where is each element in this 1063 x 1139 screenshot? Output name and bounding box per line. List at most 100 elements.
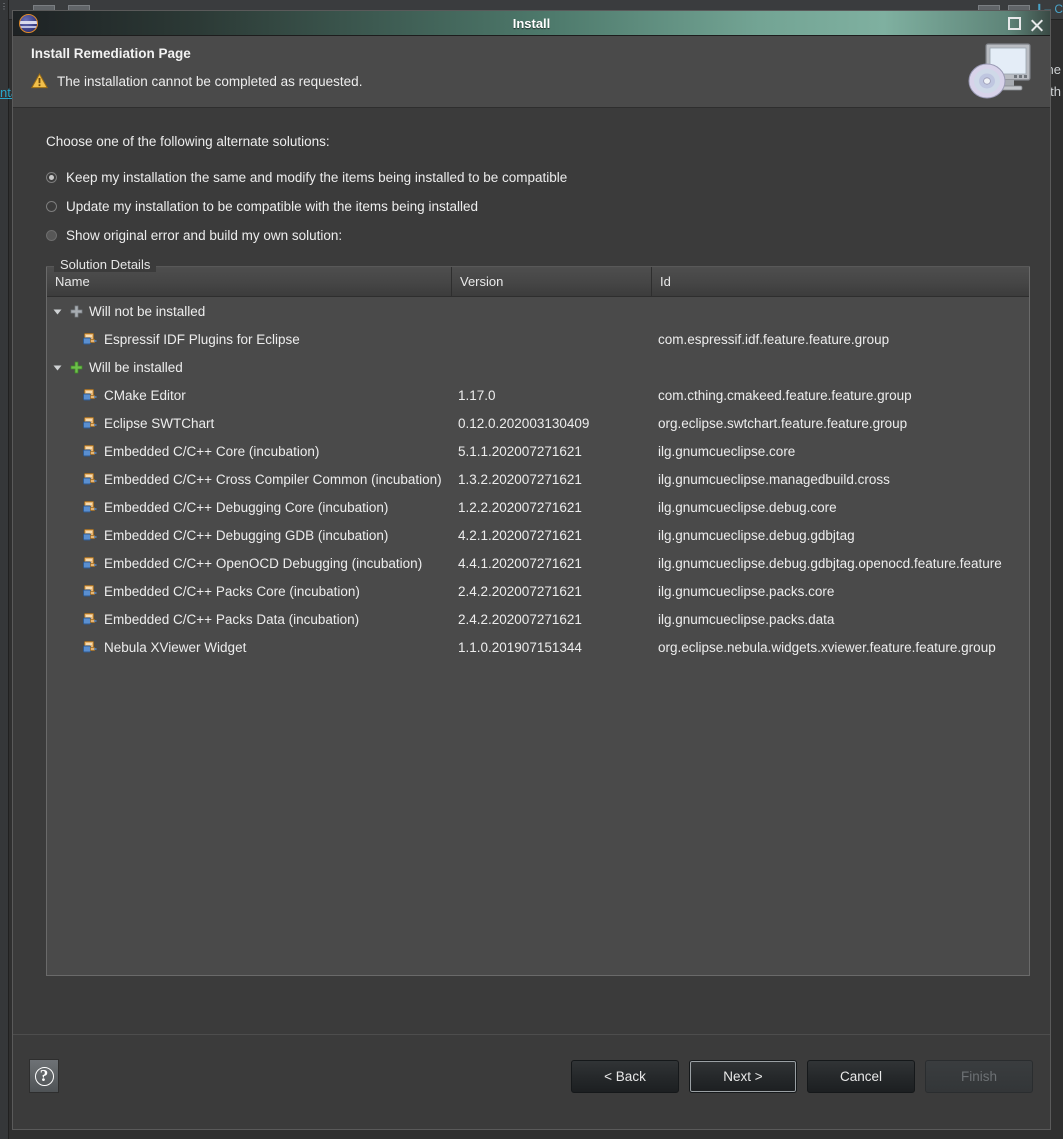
cell-version: 4.2.1.202007271621 (458, 527, 582, 543)
radio-label: Keep my installation the same and modify… (66, 170, 568, 185)
plus-gray-icon (70, 305, 83, 318)
cell-version: 1.17.0 (458, 387, 496, 403)
chevron-down-icon[interactable] (51, 305, 64, 318)
chevron-down-icon[interactable] (51, 361, 64, 374)
table-row[interactable]: Nebula XViewer Widget 1.1.0.201907151344 o… (47, 633, 1029, 661)
back-button[interactable]: < Back (571, 1060, 679, 1093)
column-header-id[interactable]: Id (652, 267, 1029, 296)
cancel-button[interactable]: Cancel (807, 1060, 915, 1093)
header-message-row: The installation cannot be completed as … (31, 73, 1050, 89)
table-row[interactable]: Eclipse SWTChart 0.12.0.202003130409 org.e… (47, 409, 1029, 437)
feature-icon (83, 416, 98, 430)
feature-icon (83, 444, 98, 458)
feature-icon (83, 472, 98, 486)
solution-details-panel: Name Version Id Will not be installed Esp… (46, 266, 1030, 976)
wizard-button-row: < Back Next > Cancel Finish (571, 1060, 1033, 1093)
cell-name: CMake Editor (47, 388, 452, 403)
row-name-label: Embedded C/C++ Packs Core (incubation) (104, 583, 360, 599)
table-header: Name Version Id (47, 267, 1029, 297)
table-row[interactable]: Embedded C/C++ Debugging Core (incubatio… (47, 493, 1029, 521)
table-row[interactable]: CMake Editor 1.17.0 com.cthing.cmakeed.fea… (47, 381, 1029, 409)
row-name-label: Embedded C/C++ Debugging GDB (incubation… (104, 527, 389, 543)
table-row[interactable]: Embedded C/C++ OpenOCD Debugging (incuba… (47, 549, 1029, 577)
cell-id: ilg.gnumcueclipse.packs.core (658, 583, 835, 599)
row-name-label: Will not be installed (89, 303, 206, 319)
group-title: Solution Details (54, 257, 157, 272)
row-name-label: Embedded C/C++ OpenOCD Debugging (incuba… (104, 555, 423, 571)
feature-icon (83, 528, 98, 542)
feature-icon (83, 612, 98, 626)
feature-icon (83, 640, 98, 654)
row-name-label: Embedded C/C++ Packs Data (incubation) (104, 611, 360, 627)
row-name-label: CMake Editor (104, 387, 186, 403)
feature-icon (83, 332, 98, 346)
cell-id: ilg.gnumcueclipse.packs.data (658, 611, 835, 627)
cell-name: Embedded C/C++ Cross Compiler Common (in… (47, 472, 452, 487)
cell-version: 4.4.1.202007271621 (458, 555, 582, 571)
row-name-label: Embedded C/C++ Debugging Core (incubatio… (104, 499, 389, 515)
cell-name: Embedded C/C++ Core (incubation) (47, 444, 452, 459)
close-icon[interactable] (1030, 17, 1044, 31)
cell-id: ilg.gnumcueclipse.debug.gdbjtag.openocd.… (658, 555, 1002, 571)
table-group-row[interactable]: Will not be installed (47, 297, 1029, 325)
help-question-icon: ? (34, 1066, 54, 1086)
dialog-titlebar[interactable]: Install (13, 11, 1050, 36)
feature-icon (83, 556, 98, 570)
row-name-label: Will be installed (89, 359, 183, 375)
finish-button: Finish (925, 1060, 1033, 1093)
table-group-row[interactable]: Will be installed (47, 353, 1029, 381)
solution-details-group: Solution Details Name Version Id Will no… (46, 257, 1030, 976)
cell-name: Nebula XViewer Widget (47, 640, 452, 655)
solution-radio-group: Keep my installation the same and modify… (46, 163, 1030, 250)
cell-version: 2.4.2.202007271621 (458, 583, 582, 599)
cell-name: Eclipse SWTChart (47, 416, 452, 431)
cell-id: ilg.gnumcueclipse.core (658, 443, 796, 459)
dialog-title: Install (512, 15, 551, 31)
warning-triangle-icon (31, 73, 48, 89)
cell-name: Will not be installed (47, 304, 452, 319)
table-row[interactable]: Embedded C/C++ Packs Core (incubation) 2.… (47, 577, 1029, 605)
feature-icon (83, 500, 98, 514)
cell-name: Embedded C/C++ Debugging GDB (incubation… (47, 528, 452, 543)
table-row[interactable]: Embedded C/C++ Core (incubation) 5.1.1.20… (47, 437, 1029, 465)
row-name-label: Embedded C/C++ Cross Compiler Common (in… (104, 471, 442, 487)
cell-name: Espressif IDF Plugins for Eclipse (47, 332, 452, 347)
cell-name: Embedded C/C++ Debugging Core (incubatio… (47, 500, 452, 515)
choose-solution-label: Choose one of the following alternate so… (46, 134, 330, 149)
radio-label: Update my installation to be compatible … (66, 199, 478, 214)
cell-version: 0.12.0.202003130409 (458, 415, 590, 431)
wizard-footer: ? < Back Next > Cancel Finish (13, 1034, 1050, 1129)
table-row[interactable]: Embedded C/C++ Packs Data (incubation) 2.… (47, 605, 1029, 633)
cell-version: 1.1.0.201907151344 (458, 639, 582, 655)
group-border (46, 266, 1030, 267)
table-row[interactable]: Espressif IDF Plugins for Eclipse com.esp… (47, 325, 1029, 353)
cell-id: org.eclipse.swtchart.feature.feature.gro… (658, 415, 908, 431)
page-title: Install Remediation Page (31, 46, 191, 61)
row-name-label: Espressif IDF Plugins for Eclipse (104, 331, 300, 347)
install-dialog: Install Install Remediation Page The ins… (12, 10, 1051, 1130)
radio-indicator[interactable] (46, 172, 57, 183)
cell-id: ilg.gnumcueclipse.debug.gdbjtag (658, 527, 855, 543)
next-button[interactable]: Next > (689, 1060, 797, 1093)
plus-green-icon (70, 361, 83, 374)
cell-id: com.cthing.cmakeed.feature.feature.group (658, 387, 912, 403)
radio-indicator[interactable] (46, 201, 57, 212)
radio-indicator[interactable] (46, 230, 57, 241)
wizard-header: Install Remediation Page The installatio… (13, 36, 1050, 108)
maximize-icon[interactable] (1008, 17, 1021, 30)
cell-id: org.eclipse.nebula.widgets.xviewer.featu… (658, 639, 996, 655)
table-body[interactable]: Will not be installed Espressif IDF Plugi… (47, 297, 1029, 975)
row-name-label: Nebula XViewer Widget (104, 639, 247, 655)
table-row[interactable]: Embedded C/C++ Debugging GDB (incubation… (47, 521, 1029, 549)
table-row[interactable]: Embedded C/C++ Cross Compiler Common (in… (47, 465, 1029, 493)
column-header-version[interactable]: Version (452, 267, 652, 296)
help-button[interactable]: ? (29, 1059, 59, 1093)
radio-option-show-original-error[interactable]: Show original error and build my own sol… (46, 221, 1030, 250)
radio-option-update-installation[interactable]: Update my installation to be compatible … (46, 192, 1030, 221)
feature-icon (83, 584, 98, 598)
cell-version: 5.1.1.202007271621 (458, 443, 582, 459)
window-controls (1008, 11, 1044, 36)
cell-name: Embedded C/C++ OpenOCD Debugging (incuba… (47, 556, 452, 571)
radio-option-keep-installation[interactable]: Keep my installation the same and modify… (46, 163, 1030, 192)
cell-version: 2.4.2.202007271621 (458, 611, 582, 627)
